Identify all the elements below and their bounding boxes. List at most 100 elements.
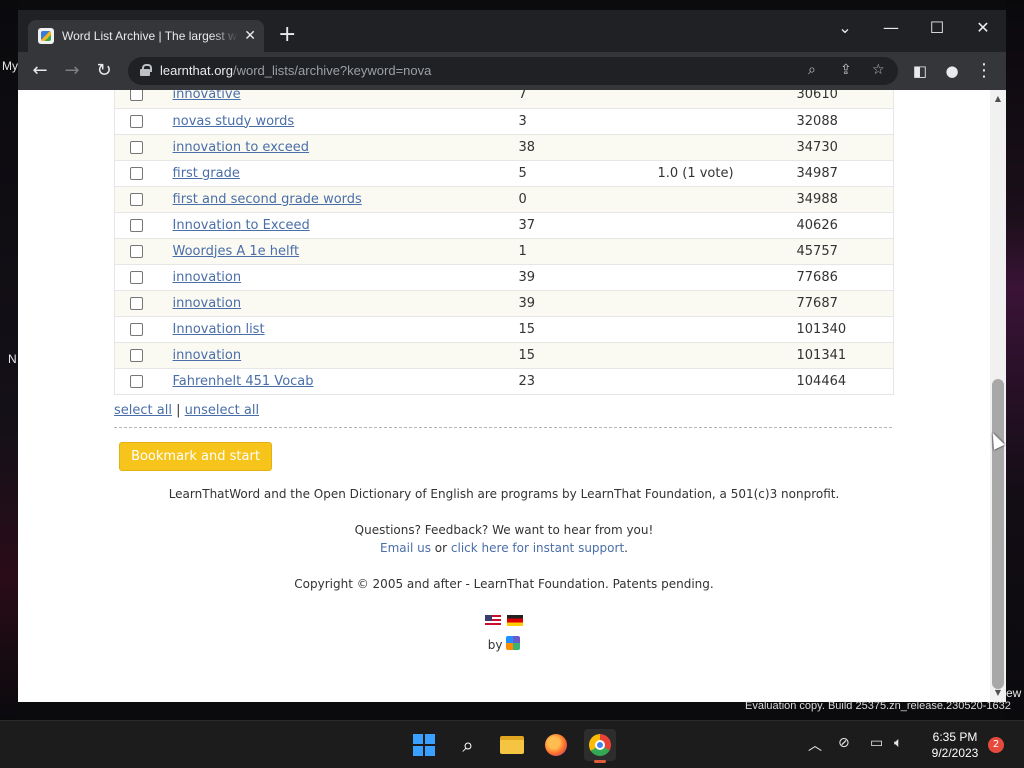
word-list-link[interactable]: innovation xyxy=(173,270,242,285)
instant-support-link[interactable]: click here for instant support xyxy=(451,541,624,555)
word-count: 23 xyxy=(502,368,619,395)
back-arrow-icon[interactable]: ← xyxy=(28,60,52,82)
separator: | xyxy=(176,403,181,418)
tab-title: Word List Archive | The largest word lis… xyxy=(62,29,238,43)
row-checkbox[interactable] xyxy=(130,348,144,362)
word-list-link[interactable]: innovative xyxy=(173,90,241,102)
word-list-link[interactable]: Woordjes A 1e helft xyxy=(173,244,300,259)
word-list-link[interactable]: first and second grade words xyxy=(173,192,362,207)
rating xyxy=(618,212,773,239)
list-id: 77687 xyxy=(772,290,894,317)
search-icon[interactable]: ⌕ xyxy=(808,62,816,78)
row-checkbox[interactable] xyxy=(130,114,144,128)
row-checkbox[interactable] xyxy=(130,374,144,388)
word-list-link[interactable]: innovation to exceed xyxy=(173,140,310,155)
menu-kebab-icon[interactable]: ⋮ xyxy=(972,60,996,82)
reload-icon[interactable]: ↻ xyxy=(92,60,116,82)
volume-icon[interactable]: 🔈︎ xyxy=(894,735,902,751)
list-id: 30610 xyxy=(772,90,894,109)
scrollbar-thumb[interactable] xyxy=(992,379,1004,689)
list-id: 34730 xyxy=(772,134,894,161)
browser-toolbar: ← → ↻ learnthat.org/word_lists/archive?k… xyxy=(18,52,1006,90)
table-row: Fahrenhelt 451 Vocab 23 104464 xyxy=(114,368,894,395)
minimize-button[interactable]: — xyxy=(876,18,906,37)
scroll-up-arrow-icon[interactable]: ▲ xyxy=(990,94,1006,103)
sponsor-logo-icon[interactable] xyxy=(506,636,521,650)
word-list-link[interactable]: first grade xyxy=(173,166,240,181)
row-checkbox[interactable] xyxy=(130,270,144,284)
list-id: 32088 xyxy=(772,108,894,135)
tab-close-icon[interactable]: ✕ xyxy=(244,28,256,44)
desktop-icon-label: N xyxy=(8,352,17,366)
tab-word-list-archive[interactable]: Word List Archive | The largest word lis… xyxy=(28,20,264,52)
table-row: first and second grade words 0 34988 xyxy=(114,186,894,213)
file-explorer-icon[interactable] xyxy=(496,729,528,761)
row-checkbox[interactable] xyxy=(130,90,144,102)
row-checkbox[interactable] xyxy=(130,322,144,336)
row-checkbox[interactable] xyxy=(130,140,144,154)
word-list-link[interactable]: innovation xyxy=(173,348,242,363)
selection-controls: select all | unselect all xyxy=(114,403,259,418)
close-window-button[interactable]: ✕ xyxy=(968,18,998,37)
show-hidden-icons-chevron-icon[interactable]: ︿ xyxy=(808,735,822,755)
us-flag-icon[interactable] xyxy=(485,615,501,626)
rating xyxy=(618,90,773,109)
table-row: innovation to exceed 38 34730 xyxy=(114,134,894,161)
word-count: 7 xyxy=(502,90,619,109)
page-scrollbar[interactable]: ▲ ▼ xyxy=(990,90,1006,702)
maximize-button[interactable]: ☐ xyxy=(922,18,952,37)
address-bar[interactable]: learnthat.org/word_lists/archive?keyword… xyxy=(128,57,898,85)
word-list-link[interactable]: Innovation to Exceed xyxy=(173,218,310,233)
network-disconnected-icon[interactable]: ⊘ xyxy=(838,735,850,751)
rating xyxy=(618,238,773,265)
word-list-link[interactable]: Fahrenhelt 451 Vocab xyxy=(173,374,314,389)
rating xyxy=(618,316,773,343)
chrome-icon[interactable] xyxy=(584,729,616,763)
select-all-link[interactable]: select all xyxy=(114,403,172,418)
start-button[interactable] xyxy=(408,729,440,761)
rating xyxy=(618,186,773,213)
table-row: first grade 5 1.0 (1 vote) 34987 xyxy=(114,160,894,187)
search-taskbar-icon[interactable]: ⌕ xyxy=(452,729,484,761)
scroll-down-arrow-icon[interactable]: ▼ xyxy=(990,688,1006,697)
firefox-icon[interactable] xyxy=(540,729,572,761)
table-row: innovative 7 30610 xyxy=(114,90,894,109)
word-count: 15 xyxy=(502,316,619,343)
word-count: 1 xyxy=(502,238,619,265)
row-checkbox[interactable] xyxy=(130,166,144,180)
footer-copyright: Copyright © 2005 and after - LearnThat F… xyxy=(294,577,714,591)
row-checkbox[interactable] xyxy=(130,192,144,206)
list-id: 45757 xyxy=(772,238,894,265)
footer-by: by xyxy=(18,636,990,652)
row-checkbox[interactable] xyxy=(130,296,144,310)
system-clock[interactable]: 6:35 PM 9/2/2023 xyxy=(920,729,990,761)
new-tab-button[interactable]: + xyxy=(278,24,296,46)
german-flag-icon[interactable] xyxy=(507,615,523,626)
bookmark-and-start-button[interactable]: Bookmark and start xyxy=(119,442,272,471)
bookmark-star-icon[interactable]: ☆ xyxy=(872,62,885,78)
rating xyxy=(618,342,773,369)
rating xyxy=(618,264,773,291)
display-icon[interactable]: ▭ xyxy=(870,735,883,751)
forward-arrow-icon[interactable]: → xyxy=(60,60,84,82)
desktop-icon-label: ew xyxy=(1006,686,1022,700)
url-text[interactable]: learnthat.org/word_lists/archive?keyword… xyxy=(160,63,431,78)
list-id: 101341 xyxy=(772,342,894,369)
share-icon[interactable]: ⇪ xyxy=(840,62,852,78)
word-list-link[interactable]: innovation xyxy=(173,296,242,311)
notification-badge[interactable]: 2 xyxy=(988,737,1004,753)
word-list-link[interactable]: novas study words xyxy=(173,114,295,129)
footer-feedback: Questions? Feedback? We want to hear fro… xyxy=(354,523,654,537)
unselect-all-link[interactable]: unselect all xyxy=(185,403,259,418)
side-panel-icon[interactable]: ◧ xyxy=(908,60,932,82)
row-checkbox[interactable] xyxy=(130,218,144,232)
row-checkbox[interactable] xyxy=(130,244,144,258)
word-list-link[interactable]: Innovation list xyxy=(173,322,265,337)
email-us-link[interactable]: Email us xyxy=(380,541,431,555)
word-count: 15 xyxy=(502,342,619,369)
tab-search-dropdown-icon[interactable]: ⌄ xyxy=(830,18,860,37)
profile-icon[interactable]: ● xyxy=(940,60,964,82)
footer-about: LearnThatWord and the Open Dictionary of… xyxy=(168,487,840,501)
word-count: 5 xyxy=(502,160,619,187)
evaluation-watermark: Evaluation copy. Build 25375.zn_release.… xyxy=(745,700,1011,712)
